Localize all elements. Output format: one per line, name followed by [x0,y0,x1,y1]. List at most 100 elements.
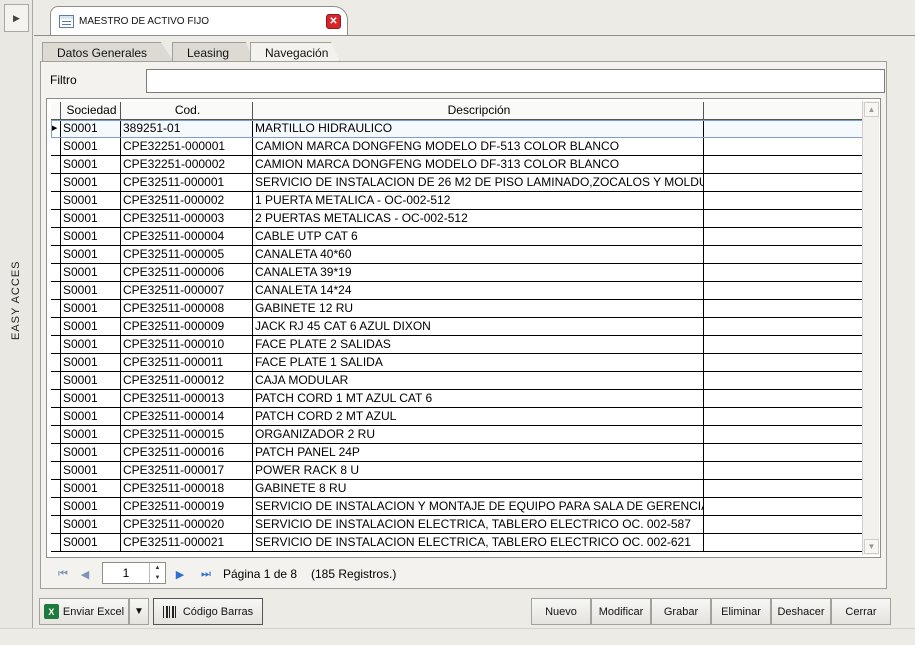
nuevo-button[interactable]: Nuevo [531,598,591,625]
table-row[interactable]: ▶ S0001 389251-01 MARTILLO HIDRAULICO [51,120,863,138]
cell-descripcion[interactable]: SERVICIO DE INSTALACION Y MONTAJE DE EQU… [253,498,704,516]
cell-sociedad[interactable]: S0001 [61,354,121,372]
spin-up-icon[interactable]: ▲ [150,563,165,573]
cell-cod[interactable]: CPE32251-000001 [121,138,253,156]
table-row[interactable]: S0001 CPE32511-000011 FACE PLATE 1 SALIDA [51,354,863,372]
row-indicator[interactable] [51,408,61,426]
cell-descripcion[interactable]: CAMION MARCA DONGFENG MODELO DF-313 COLO… [253,156,704,174]
cell-sociedad[interactable]: S0001 [61,156,121,174]
row-indicator[interactable] [51,210,61,228]
row-indicator[interactable] [51,246,61,264]
cell-extra[interactable] [704,444,863,462]
cell-sociedad[interactable]: S0001 [61,282,121,300]
cell-cod[interactable]: CPE32511-000015 [121,426,253,444]
scroll-up-icon[interactable]: ▲ [864,102,879,117]
modificar-button[interactable]: Modificar [591,598,651,625]
cell-sociedad[interactable]: S0001 [61,228,121,246]
row-indicator[interactable] [51,462,61,480]
cell-descripcion[interactable]: JACK RJ 45 CAT 6 AZUL DIXON [253,318,704,336]
export-excel-button[interactable]: X Enviar Excel [39,598,129,625]
cell-descripcion[interactable]: PATCH PANEL 24P [253,444,704,462]
table-row[interactable]: S0001 CPE32511-000002 1 PUERTA METALICA - … [51,192,863,210]
cell-descripcion[interactable]: CANALETA 39*19 [253,264,704,282]
row-indicator[interactable] [51,264,61,282]
table-row[interactable]: S0001 CPE32511-000020 SERVICIO DE INSTALAC… [51,516,863,534]
cell-cod[interactable]: CPE32511-000004 [121,228,253,246]
cell-sociedad[interactable]: S0001 [61,120,121,138]
column-header-extra[interactable] [704,102,863,120]
cell-sociedad[interactable]: S0001 [61,444,121,462]
cell-extra[interactable] [704,354,863,372]
cell-extra[interactable] [704,228,863,246]
table-row[interactable]: S0001 CPE32511-000014 PATCH CORD 2 MT AZUL [51,408,863,426]
cell-extra[interactable] [704,390,863,408]
table-row[interactable]: S0001 CPE32511-000004 CABLE UTP CAT 6 [51,228,863,246]
row-indicator[interactable] [51,498,61,516]
cell-descripcion[interactable]: SERVICIO DE INSTALACION DE 26 M2 DE PISO… [253,174,704,192]
cell-descripcion[interactable]: 1 PUERTA METALICA - OC-002-512 [253,192,704,210]
close-tab-button[interactable]: ✕ [326,14,341,29]
cell-descripcion[interactable]: 2 PUERTAS METALICAS - OC-002-512 [253,210,704,228]
row-indicator[interactable] [51,426,61,444]
cell-extra[interactable] [704,318,863,336]
row-indicator[interactable] [51,174,61,192]
cell-extra[interactable] [704,210,863,228]
tab-datos-generales[interactable]: Datos Generales [42,42,174,62]
table-row[interactable]: S0001 CPE32511-000009 JACK RJ 45 CAT 6 AZU… [51,318,863,336]
spin-down-icon[interactable]: ▼ [150,573,165,583]
cell-extra[interactable] [704,498,863,516]
easy-access-label[interactable]: EASY ACCES [5,260,27,340]
page-spinner[interactable]: ▲ ▼ [149,563,165,583]
cell-cod[interactable]: CPE32511-000019 [121,498,253,516]
table-row[interactable]: S0001 CPE32511-000001 SERVICIO DE INSTALAC… [51,174,863,192]
expand-panel-button[interactable]: ▶ [4,4,29,32]
excel-dropdown-button[interactable]: ▼ [129,598,149,625]
row-indicator[interactable] [51,228,61,246]
cell-cod[interactable]: CPE32511-000014 [121,408,253,426]
current-row-pointer-icon[interactable]: ▶ [51,120,61,138]
cell-descripcion[interactable]: ORGANIZADOR 2 RU [253,426,704,444]
cell-sociedad[interactable]: S0001 [61,318,121,336]
cell-cod[interactable]: CPE32511-000003 [121,210,253,228]
cell-sociedad[interactable]: S0001 [61,426,121,444]
cell-extra[interactable] [704,138,863,156]
cell-sociedad[interactable]: S0001 [61,300,121,318]
cell-cod[interactable]: CPE32511-000017 [121,462,253,480]
cell-descripcion[interactable]: CANALETA 40*60 [253,246,704,264]
cell-cod[interactable]: CPE32511-000018 [121,480,253,498]
table-row[interactable]: S0001 CPE32511-000005 CANALETA 40*60 [51,246,863,264]
cell-descripcion[interactable]: CANALETA 14*24 [253,282,704,300]
cell-descripcion[interactable]: GABINETE 12 RU [253,300,704,318]
cell-extra[interactable] [704,372,863,390]
deshacer-button[interactable]: Deshacer [771,598,831,625]
row-indicator[interactable] [51,390,61,408]
scroll-down-icon[interactable]: ▼ [864,539,879,554]
cell-descripcion[interactable]: GABINETE 8 RU [253,480,704,498]
cell-sociedad[interactable]: S0001 [61,192,121,210]
row-indicator[interactable] [51,192,61,210]
cell-sociedad[interactable]: S0001 [61,210,121,228]
row-indicator[interactable] [51,138,61,156]
cell-sociedad[interactable]: S0001 [61,498,121,516]
cell-cod[interactable]: CPE32511-000020 [121,516,253,534]
cell-cod[interactable]: CPE32511-000012 [121,372,253,390]
first-page-icon[interactable]: ⏮ [54,565,72,583]
tab-navegacion[interactable]: Navegación [250,42,340,62]
row-indicator[interactable] [51,318,61,336]
cell-cod[interactable]: CPE32511-000001 [121,174,253,192]
cerrar-button[interactable]: Cerrar [831,598,891,625]
table-row[interactable]: S0001 CPE32251-000002 CAMION MARCA DONGFEN… [51,156,863,174]
filter-input[interactable] [146,69,885,93]
cell-cod[interactable]: CPE32511-000006 [121,264,253,282]
cell-extra[interactable] [704,174,863,192]
table-row[interactable]: S0001 CPE32511-000018 GABINETE 8 RU [51,480,863,498]
row-indicator[interactable] [51,534,61,552]
prev-page-icon[interactable]: ◀ [76,565,94,583]
cell-extra[interactable] [704,156,863,174]
cell-cod[interactable]: CPE32511-000005 [121,246,253,264]
cell-cod[interactable]: CPE32511-000021 [121,534,253,552]
table-row[interactable]: S0001 CPE32511-000017 POWER RACK 8 U [51,462,863,480]
cell-extra[interactable] [704,246,863,264]
cell-sociedad[interactable]: S0001 [61,462,121,480]
cell-extra[interactable] [704,480,863,498]
